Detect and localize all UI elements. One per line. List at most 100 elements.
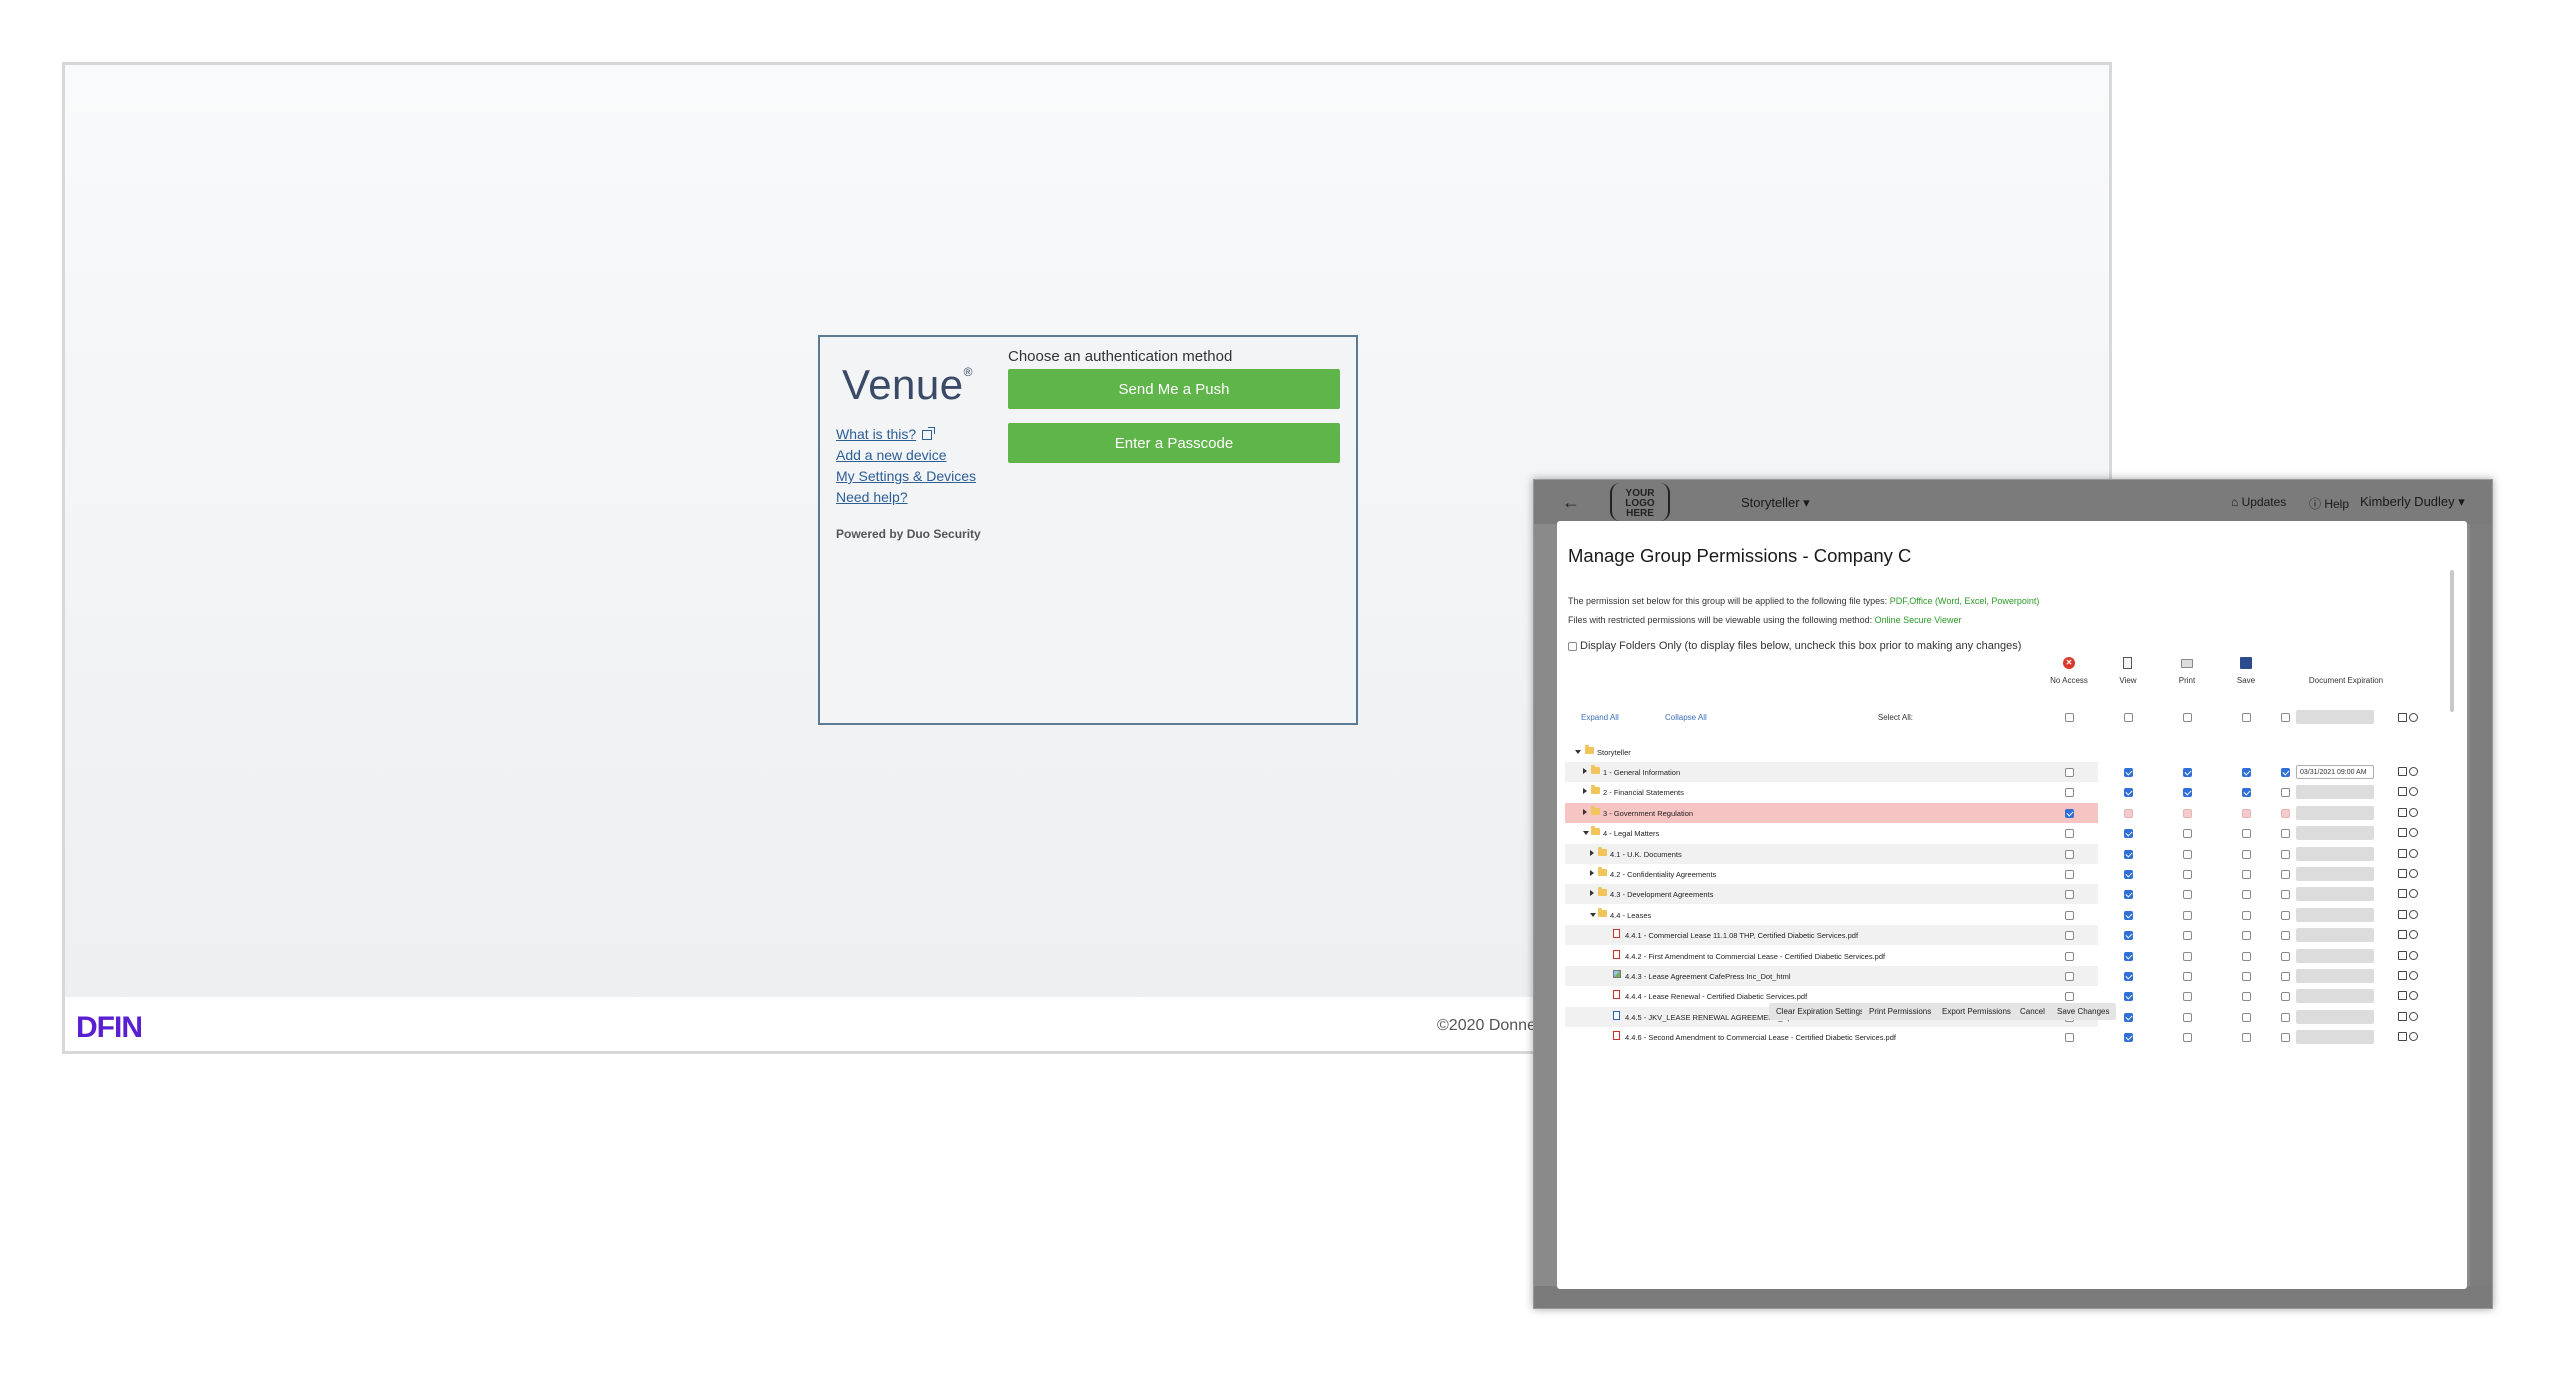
print-checkbox[interactable] — [2183, 1033, 2192, 1043]
no-access-checkbox[interactable] — [2065, 768, 2074, 777]
view-checkbox[interactable] — [2124, 849, 2133, 859]
expand-all-link[interactable]: Expand All — [1581, 713, 1619, 722]
collapse-all-link[interactable]: Collapse All — [1665, 713, 1707, 722]
expiration-date-field[interactable] — [2296, 867, 2374, 881]
save-checkbox[interactable] — [2242, 870, 2251, 879]
expand-caret-icon[interactable] — [1583, 808, 1587, 815]
updates-link[interactable]: ⌂ Updates — [2231, 495, 2286, 509]
save-checkbox[interactable] — [2242, 972, 2251, 981]
expand-caret-icon[interactable] — [1590, 890, 1594, 897]
clock-icon[interactable] — [2409, 787, 2418, 797]
expiration-date-field[interactable] — [2296, 948, 2374, 963]
select-all-save[interactable] — [2242, 713, 2251, 722]
expiration-checkbox[interactable] — [2281, 972, 2290, 981]
settings-devices-link[interactable]: My Settings & Devices — [836, 468, 976, 484]
no-access-checkbox[interactable] — [2065, 910, 2074, 920]
tree-root[interactable]: Storyteller — [1565, 742, 2098, 762]
calendar-icon[interactable] — [2398, 869, 2407, 878]
calendar-icon[interactable] — [2398, 1011, 2407, 1021]
calendar-icon[interactable] — [2398, 950, 2407, 960]
view-checkbox[interactable] — [2124, 910, 2133, 920]
expiration-date-field[interactable] — [2296, 805, 2374, 820]
calendar-icon[interactable] — [2398, 889, 2407, 899]
no-access-checkbox[interactable] — [2065, 829, 2074, 839]
print-checkbox[interactable] — [2183, 1012, 2192, 1022]
table-row[interactable]: 4.1 - U.K. Documents — [1565, 843, 2098, 864]
no-access-checkbox[interactable] — [2065, 890, 2074, 900]
clock-icon[interactable] — [2409, 767, 2418, 776]
no-access-checkbox[interactable] — [2065, 951, 2074, 961]
folders-only-checkbox[interactable] — [1568, 641, 1577, 651]
print-checkbox[interactable] — [2183, 931, 2192, 941]
save-checkbox[interactable] — [2242, 829, 2251, 839]
print-checkbox[interactable] — [2183, 808, 2192, 818]
cancel-button[interactable]: Cancel — [2013, 1003, 2052, 1020]
no-access-checkbox[interactable] — [2065, 992, 2074, 1002]
expiration-date-field[interactable] — [2296, 1009, 2374, 1024]
need-help-link[interactable]: Need help? — [836, 489, 908, 505]
clock-icon[interactable] — [2409, 848, 2418, 858]
table-row[interactable]: 4.4.3 - Lease Agreement CafePress Inc_Do… — [1565, 966, 2098, 986]
view-checkbox[interactable] — [2124, 951, 2133, 961]
select-all-print[interactable] — [2183, 713, 2192, 722]
view-checkbox[interactable] — [2124, 931, 2133, 941]
expiration-date-field[interactable] — [2296, 969, 2374, 983]
what-is-this-link[interactable]: What is this? — [836, 426, 936, 442]
view-checkbox[interactable] — [2124, 788, 2133, 798]
enter-passcode-button[interactable]: Enter a Passcode — [1008, 423, 1340, 463]
no-access-checkbox[interactable] — [2065, 1033, 2074, 1043]
scrollbar[interactable] — [2450, 570, 2454, 712]
expiration-date-field[interactable] — [2296, 826, 2374, 841]
table-row[interactable]: 2 - Financial Statements — [1565, 782, 2098, 802]
app-name-dropdown[interactable]: Storyteller ▾ — [1741, 495, 1810, 511]
expiration-checkbox[interactable] — [2281, 890, 2290, 900]
calendar-icon[interactable] — [2398, 787, 2407, 797]
table-row[interactable]: 4.4.6 - Second Amendment to Commercial L… — [1565, 1027, 2098, 1047]
expiration-date-field[interactable] — [2296, 785, 2374, 800]
expiration-date-field[interactable] — [2296, 1030, 2374, 1045]
save-checkbox[interactable] — [2242, 890, 2251, 900]
clock-icon[interactable] — [2409, 713, 2418, 722]
print-checkbox[interactable] — [2183, 849, 2192, 859]
view-checkbox[interactable] — [2124, 829, 2133, 839]
clock-icon[interactable] — [2409, 930, 2418, 940]
save-checkbox[interactable] — [2242, 788, 2251, 798]
view-checkbox[interactable] — [2124, 870, 2133, 879]
expiration-checkbox[interactable] — [2281, 849, 2290, 859]
expand-caret-icon[interactable] — [1583, 768, 1587, 774]
no-access-checkbox[interactable] — [2065, 972, 2074, 981]
help-link[interactable]: ⓘ Help — [2309, 495, 2349, 512]
print-checkbox[interactable] — [2183, 870, 2192, 879]
view-checkbox[interactable] — [2124, 992, 2133, 1002]
save-checkbox[interactable] — [2242, 910, 2251, 920]
calendar-icon[interactable] — [2398, 991, 2407, 1001]
view-checkbox[interactable] — [2124, 768, 2133, 777]
clock-icon[interactable] — [2409, 1032, 2418, 1042]
no-access-checkbox[interactable] — [2065, 931, 2074, 941]
print-checkbox[interactable] — [2183, 972, 2192, 981]
clock-icon[interactable] — [2409, 828, 2418, 838]
view-checkbox[interactable] — [2124, 972, 2133, 981]
expiration-date-field[interactable] — [2296, 989, 2374, 1004]
calendar-icon[interactable] — [2398, 767, 2407, 776]
clock-icon[interactable] — [2409, 950, 2418, 960]
print-checkbox[interactable] — [2183, 829, 2192, 839]
calendar-icon[interactable] — [2398, 848, 2407, 858]
clear-expiration-button[interactable]: Clear Expiration Settings — [1769, 1003, 1872, 1020]
table-row[interactable]: 4.4.1 - Commercial Lease 11.1.08 THP, Ce… — [1565, 925, 2098, 946]
clock-icon[interactable] — [2409, 991, 2418, 1001]
print-checkbox[interactable] — [2183, 910, 2192, 920]
clock-icon[interactable] — [2409, 889, 2418, 899]
save-checkbox[interactable] — [2242, 768, 2251, 777]
expand-caret-icon[interactable] — [1590, 849, 1594, 856]
calendar-icon[interactable] — [2398, 909, 2407, 919]
expand-caret-icon[interactable] — [1590, 870, 1594, 876]
add-device-link[interactable]: Add a new device — [836, 447, 947, 463]
calendar-icon[interactable] — [2398, 930, 2407, 940]
view-checkbox[interactable] — [2124, 1012, 2133, 1022]
save-checkbox[interactable] — [2242, 992, 2251, 1002]
folders-only-option[interactable]: Display Folders Only (to display files b… — [1568, 640, 2021, 652]
expiration-checkbox[interactable] — [2281, 910, 2290, 920]
expiration-checkbox[interactable] — [2281, 788, 2290, 798]
clock-icon[interactable] — [2409, 971, 2418, 980]
